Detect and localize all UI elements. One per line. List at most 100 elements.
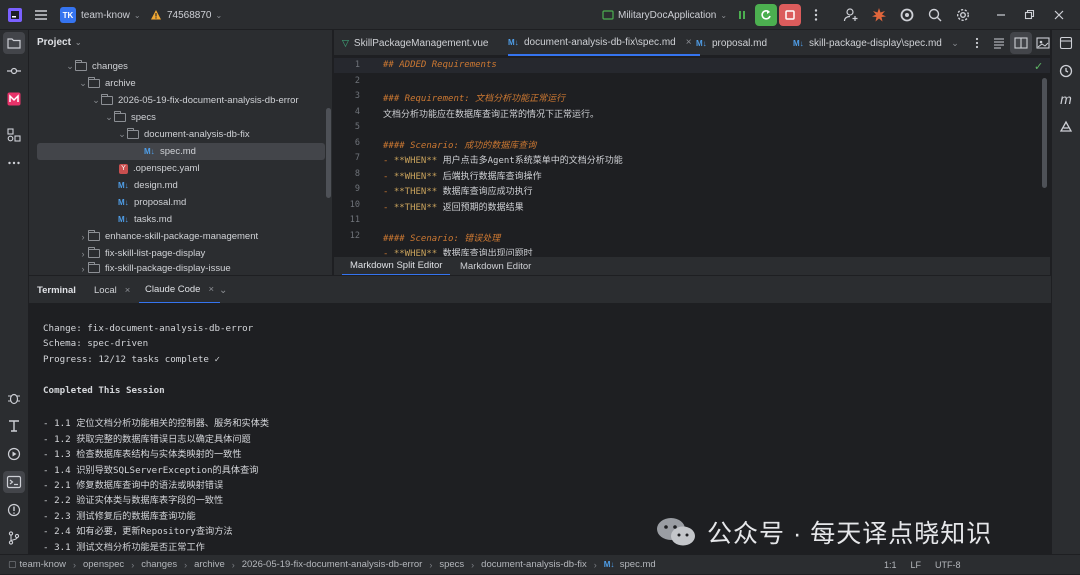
project-folder-icon[interactable] [3, 32, 25, 54]
editor-scrollbar[interactable] [1042, 78, 1047, 188]
watermark-text: 公众号 · 每天译点晓知识 [707, 520, 993, 548]
commit-icon[interactable] [3, 60, 25, 82]
tab-proposal-md[interactable]: M↓ proposal.md [696, 30, 767, 56]
close-icon[interactable] [1048, 4, 1070, 26]
debug-icon[interactable] [3, 387, 25, 409]
tabs-dropdown-icon[interactable]: ⌄ [944, 32, 966, 54]
breadcrumb-item[interactable]: archive [194, 559, 225, 570]
more-vertical-icon[interactable] [805, 4, 827, 26]
line-number: 1 [354, 60, 360, 70]
markdown-file-icon: M↓ [118, 181, 129, 190]
code-line: - **THEN** 返回预期的数据结果 [383, 202, 524, 213]
tree-file-tasks-md[interactable]: M↓ tasks.md [29, 211, 327, 228]
problems-icon[interactable] [3, 499, 25, 521]
tree-folder-specs[interactable]: ⌄ specs [29, 109, 327, 126]
ai-spark-icon[interactable] [868, 4, 890, 26]
tab-local[interactable]: Local × [94, 276, 130, 304]
ide-logo-icon[interactable] [4, 4, 26, 26]
file-encoding[interactable]: UTF-8 [935, 560, 961, 570]
add-user-icon[interactable] [840, 4, 862, 26]
right-tool-strip: m [1051, 30, 1080, 554]
structure-icon[interactable] [3, 124, 25, 146]
terminal-line: Change: fix-document-analysis-db-error [43, 323, 254, 334]
editor-only-icon[interactable] [988, 32, 1010, 54]
chevron-down-icon: ⌄ [92, 95, 100, 105]
breadcrumb-item[interactable]: spec.md [620, 559, 656, 570]
tree-folder-fix-skill-package[interactable]: › fix-skill-package-display-issue [29, 262, 327, 275]
services-icon[interactable] [3, 415, 25, 437]
restore-icon[interactable] [1018, 4, 1040, 26]
minimize-icon[interactable] [990, 4, 1012, 26]
new-tab-chevron-icon[interactable]: ⌄ [219, 276, 227, 304]
breadcrumb-item[interactable]: changes [141, 559, 177, 570]
tree-label: archive [105, 78, 136, 89]
tree-file-spec-md[interactable]: M↓ spec.md [37, 143, 325, 160]
chevron-down-icon: ⌄ [215, 10, 223, 20]
pause-icon[interactable] [731, 4, 753, 26]
stop-button[interactable] [779, 4, 801, 26]
more-horizontal-icon[interactable] [3, 152, 25, 174]
project-panel-title: Project ⌄ [37, 37, 82, 48]
tree-label: changes [92, 61, 128, 72]
run-tool-icon[interactable] [3, 443, 25, 465]
tree-file-design-md[interactable]: M↓ design.md [29, 177, 327, 194]
tab-markdown-editor[interactable]: Markdown Editor [452, 257, 539, 276]
chevron-down-icon: ⌄ [66, 61, 74, 71]
tab-claude-code[interactable]: Claude Code × [139, 276, 221, 304]
tree-folder-fix-skill-list[interactable]: › fix-skill-list-page-display [29, 245, 327, 262]
tab-skill-package-display-spec[interactable]: M↓ skill-package-display\spec.md [793, 30, 942, 56]
close-tab-icon[interactable]: × [208, 284, 214, 295]
sync-icon[interactable] [896, 4, 918, 26]
chevron-right-icon: › [81, 263, 85, 274]
notifications-icon[interactable] [1055, 32, 1077, 54]
chevron-right-icon: › [81, 231, 85, 242]
ai-assistant-icon[interactable] [1055, 60, 1077, 82]
tree-folder-archive[interactable]: ⌄ archive [29, 75, 327, 92]
tree-file-openspec-yaml[interactable]: Y .openspec.yaml [29, 160, 327, 177]
tab-markdown-split-editor[interactable]: Markdown Split Editor [342, 257, 451, 276]
breadcrumb-item[interactable]: document-analysis-db-fix [481, 559, 587, 570]
code-line: ### Requirement: 文档分析功能正常运行 [383, 94, 566, 104]
breadcrumb-item[interactable]: specs [439, 559, 464, 570]
more-vertical-icon[interactable] [966, 32, 988, 54]
vcs-warning[interactable]: 74568870 ⌄ [150, 6, 222, 24]
tree-folder-dated-change[interactable]: ⌄ 2026-05-19-fix-document-analysis-db-err… [29, 92, 327, 109]
split-view-icon[interactable] [1010, 32, 1032, 54]
tree-folder-document-analysis-db-fix[interactable]: ⌄ document-analysis-db-fix [29, 126, 327, 143]
close-tab-icon[interactable]: × [125, 285, 131, 296]
breadcrumb: ▢ team-know › openspec › changes › archive › 2026… [0, 559, 656, 570]
main-menu-icon[interactable] [30, 4, 52, 26]
tree-file-proposal-md[interactable]: M↓ proposal.md [29, 194, 327, 211]
terminal-line: - 2.4 如有必要，更新Repository查询方法 [43, 526, 233, 538]
watermark: 公众号 · 每天译点晓知识 [655, 512, 1050, 552]
line-ending[interactable]: LF [911, 560, 922, 570]
markdown-m-icon[interactable]: m [1055, 88, 1077, 110]
tree-folder-enhance-skill[interactable]: › enhance-skill-package-management [29, 228, 327, 245]
breadcrumb-item[interactable]: openspec [83, 559, 124, 570]
run-config-selector[interactable]: MilitaryDocApplication ⌄ [602, 6, 727, 24]
git-branch-icon[interactable] [3, 527, 25, 549]
copilot-icon[interactable] [1055, 116, 1077, 138]
cursor-position[interactable]: 1:1 [884, 560, 897, 570]
tab-label: proposal.md [712, 37, 768, 49]
tree-label: fix-skill-list-page-display [105, 248, 206, 259]
markdown-editor[interactable]: 1 2 3 4 5 6 7 8 9 10 11 12 ## ADDED Requirements ###… [334, 56, 1050, 256]
folder-icon [114, 111, 126, 122]
app-config-icon [602, 10, 614, 20]
tab-label: Markdown Editor [460, 261, 532, 272]
search-icon[interactable] [924, 4, 946, 26]
project-switcher[interactable]: TK team-know ⌄ [60, 6, 141, 24]
markdown-plugin-icon[interactable] [3, 88, 25, 110]
tab-skillpackagemanagement-vue[interactable]: ▽ SkillPackageManagement.vue [342, 30, 488, 56]
breadcrumb-item[interactable]: 2026-05-19-fix-document-analysis-db-erro… [242, 559, 423, 570]
settings-gear-icon[interactable] [952, 4, 974, 26]
close-tab-icon[interactable]: × [686, 37, 692, 48]
line-number: 6 [354, 137, 360, 148]
editor-tab-bar: ▽ SkillPackageManagement.vue M↓ document… [334, 30, 1050, 56]
tab-document-analysis-spec[interactable]: M↓ document-analysis-db-fix\spec.md × [508, 30, 700, 56]
terminal-icon[interactable] [3, 471, 25, 493]
folder-icon [127, 128, 139, 139]
rerun-button[interactable] [755, 4, 777, 26]
breadcrumb-item[interactable]: team-know [20, 559, 66, 570]
tree-folder-changes[interactable]: ⌄ changes [29, 58, 327, 75]
